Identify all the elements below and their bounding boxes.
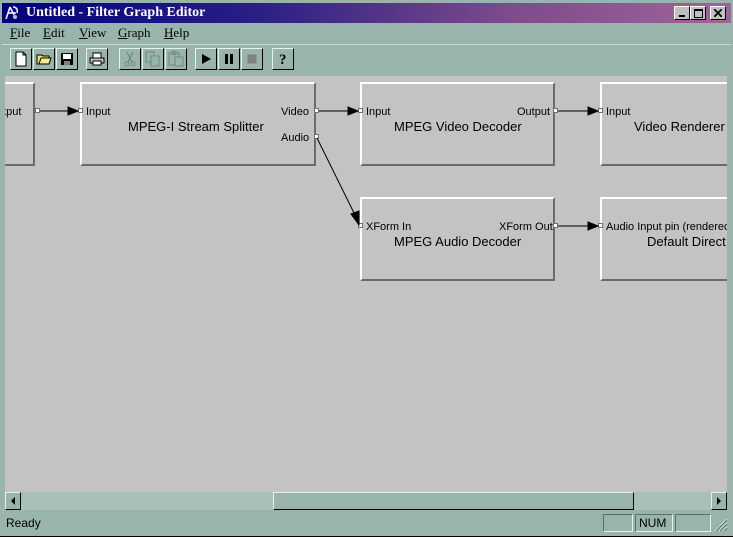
help-context-icon[interactable]: ? (272, 48, 294, 70)
status-text: Ready (6, 516, 41, 530)
status-pane-scrl (675, 514, 711, 532)
menu-view[interactable]: View (79, 25, 106, 41)
save-disk-icon[interactable] (56, 48, 78, 70)
paste-icon[interactable] (165, 48, 187, 70)
arrowhead-icon (587, 106, 600, 116)
open-folder-icon[interactable] (33, 48, 55, 70)
minimize-icon[interactable] (674, 6, 690, 20)
menu-graph[interactable]: Graph (118, 25, 151, 41)
app-icon (4, 5, 20, 21)
new-file-icon[interactable] (10, 48, 32, 70)
filter-graph-editor-window: Untitled - Filter Graph Editor File Edit… (0, 0, 733, 536)
window-title: Untitled - Filter Graph Editor (26, 5, 206, 20)
stop-icon[interactable] (241, 48, 263, 70)
menu-edit[interactable]: Edit (43, 25, 65, 41)
copy-icon[interactable] (142, 48, 164, 70)
scroll-right-icon[interactable] (711, 492, 727, 510)
connection-splitter-audio (316, 137, 357, 218)
menu-bar: File Edit View Graph Help (2, 24, 731, 42)
arrowhead-icon (587, 221, 600, 231)
svg-text:?: ? (279, 52, 287, 67)
status-pane-caps (603, 514, 633, 532)
menu-file[interactable]: File (10, 25, 30, 41)
pause-icon[interactable] (218, 48, 240, 70)
graph-canvas[interactable]: utput Input MPEG-I Stream Splitter Video… (5, 76, 727, 492)
horizontal-scrollbar[interactable] (5, 492, 727, 510)
maximize-icon[interactable] (690, 6, 706, 20)
status-bar: Ready NUM (2, 512, 731, 534)
status-pane-num: NUM (635, 514, 673, 532)
print-icon[interactable] (86, 48, 108, 70)
scroll-left-icon[interactable] (5, 492, 21, 510)
arrowhead-icon (67, 106, 80, 116)
cut-icon[interactable] (119, 48, 141, 70)
resize-grip-icon[interactable] (714, 518, 728, 537)
menu-help[interactable]: Help (164, 25, 189, 41)
title-bar[interactable]: Untitled - Filter Graph Editor (2, 3, 731, 23)
close-icon[interactable] (710, 6, 726, 20)
arrowhead-icon (347, 106, 360, 116)
connections-layer (40, 106, 600, 231)
arrowhead-icon (350, 210, 360, 227)
play-icon[interactable] (195, 48, 217, 70)
toolbar: ? (2, 44, 731, 73)
scrollbar-thumb[interactable] (273, 492, 634, 510)
